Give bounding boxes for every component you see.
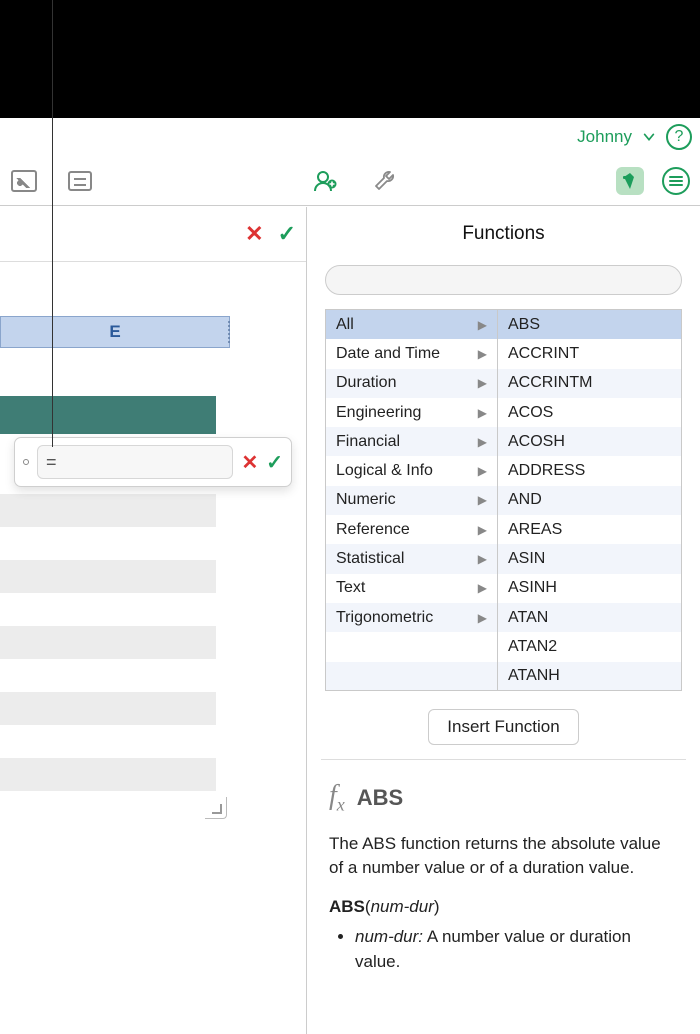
function-browser: All▶ Date and Time▶ Duration▶ Engineerin…: [325, 309, 682, 691]
formula-accept-button[interactable]: ✓: [266, 450, 283, 475]
chevron-right-icon: ▶: [478, 464, 487, 478]
collaborator-name[interactable]: Johnny: [577, 127, 632, 147]
formula-bar: ✕ ✓: [0, 207, 306, 262]
function-name: ABS: [357, 785, 403, 811]
chevron-down-icon[interactable]: [642, 130, 656, 144]
formula-cancel-button[interactable]: ✕: [241, 450, 258, 475]
comment-button[interactable]: [66, 169, 94, 193]
function-summary: The ABS function returns the absolute va…: [329, 832, 678, 881]
chevron-right-icon: ▶: [478, 611, 487, 625]
organize-panel-button[interactable]: [662, 167, 690, 195]
chevron-right-icon: ▶: [478, 493, 487, 507]
formula-editor-handle[interactable]: [23, 459, 29, 465]
function-item[interactable]: ABS: [498, 310, 681, 339]
help-button[interactable]: ?: [666, 124, 692, 150]
function-list: ABS ACCRINT ACCRINTM ACOS ACOSH ADDRESS …: [498, 310, 681, 690]
category-item[interactable]: Logical & Info▶: [326, 456, 497, 485]
table-row[interactable]: [0, 494, 216, 527]
function-item[interactable]: ADDRESS: [498, 456, 681, 485]
function-item[interactable]: ATAN: [498, 603, 681, 632]
function-item[interactable]: ATAN2: [498, 632, 681, 661]
format-panel-button[interactable]: [616, 167, 644, 195]
table-rows: [0, 348, 216, 791]
category-list: All▶ Date and Time▶ Duration▶ Engineerin…: [326, 310, 498, 690]
table-row[interactable]: [0, 626, 216, 659]
toolbar: [0, 156, 700, 206]
function-search-input[interactable]: [325, 265, 682, 295]
category-item-empty: [326, 632, 497, 661]
chevron-right-icon: ▶: [478, 376, 487, 390]
formula-text: =: [46, 452, 57, 473]
function-item[interactable]: ASIN: [498, 544, 681, 573]
chevron-right-icon: ▶: [478, 581, 487, 595]
table-row[interactable]: [0, 348, 216, 396]
formula-editor-popover: = ✕ ✓: [14, 437, 292, 487]
title-bar: Johnny ?: [0, 118, 700, 156]
category-item[interactable]: Text▶: [326, 574, 497, 603]
category-item[interactable]: Financial▶: [326, 427, 497, 456]
column-header[interactable]: E: [0, 316, 230, 348]
callout-pointer-line: [52, 0, 53, 447]
column-resize-handle[interactable]: [224, 316, 234, 348]
formula-input[interactable]: =: [37, 445, 233, 479]
function-item[interactable]: AREAS: [498, 515, 681, 544]
functions-panel: Functions All▶ Date and Time▶ Duration▶ …: [306, 207, 700, 1034]
function-item[interactable]: ASINH: [498, 574, 681, 603]
table-row[interactable]: [0, 593, 216, 626]
table-row[interactable]: [0, 659, 216, 692]
chevron-right-icon: ▶: [478, 523, 487, 537]
tools-button[interactable]: [371, 169, 399, 193]
table-row[interactable]: [0, 758, 216, 791]
category-item[interactable]: Trigonometric▶: [326, 603, 497, 632]
cancel-formula-button[interactable]: ✕: [245, 221, 263, 247]
chevron-right-icon: ▶: [478, 435, 487, 449]
function-item[interactable]: ATANH: [498, 662, 681, 690]
column-label: E: [109, 322, 120, 342]
table-resize-handle[interactable]: [205, 797, 227, 819]
fx-icon: fx: [329, 780, 345, 816]
accept-formula-button[interactable]: ✓: [278, 221, 296, 247]
table-row[interactable]: [0, 560, 216, 593]
category-item[interactable]: Statistical▶: [326, 544, 497, 573]
category-item[interactable]: Reference▶: [326, 515, 497, 544]
collaborate-button[interactable]: [311, 169, 339, 193]
category-item-empty: [326, 662, 497, 690]
function-item[interactable]: ACOSH: [498, 427, 681, 456]
table-row[interactable]: [0, 692, 216, 725]
window-top-blackout: [0, 0, 700, 118]
function-signature: ABS(num-dur): [329, 897, 678, 917]
function-item[interactable]: ACOS: [498, 398, 681, 427]
function-item[interactable]: ACCRINT: [498, 339, 681, 368]
chevron-right-icon: ▶: [478, 347, 487, 361]
category-item[interactable]: Date and Time▶: [326, 339, 497, 368]
table-header-row[interactable]: [0, 396, 216, 434]
table-row[interactable]: [0, 725, 216, 758]
chevron-right-icon: ▶: [478, 552, 487, 566]
category-item[interactable]: All▶: [326, 310, 497, 339]
chevron-right-icon: ▶: [478, 318, 487, 332]
category-item[interactable]: Engineering▶: [326, 398, 497, 427]
category-item[interactable]: Numeric▶: [326, 486, 497, 515]
insert-function-button[interactable]: Insert Function: [428, 709, 578, 745]
panel-title: Functions: [307, 207, 700, 265]
function-item[interactable]: ACCRINTM: [498, 369, 681, 398]
category-item[interactable]: Duration▶: [326, 369, 497, 398]
chevron-right-icon: ▶: [478, 406, 487, 420]
function-item[interactable]: AND: [498, 486, 681, 515]
function-argument: num-dur: A number value or duration valu…: [355, 925, 678, 974]
table-row[interactable]: [0, 527, 216, 560]
function-description: fx ABS The ABS function returns the abso…: [307, 760, 700, 974]
media-button[interactable]: [10, 169, 38, 193]
